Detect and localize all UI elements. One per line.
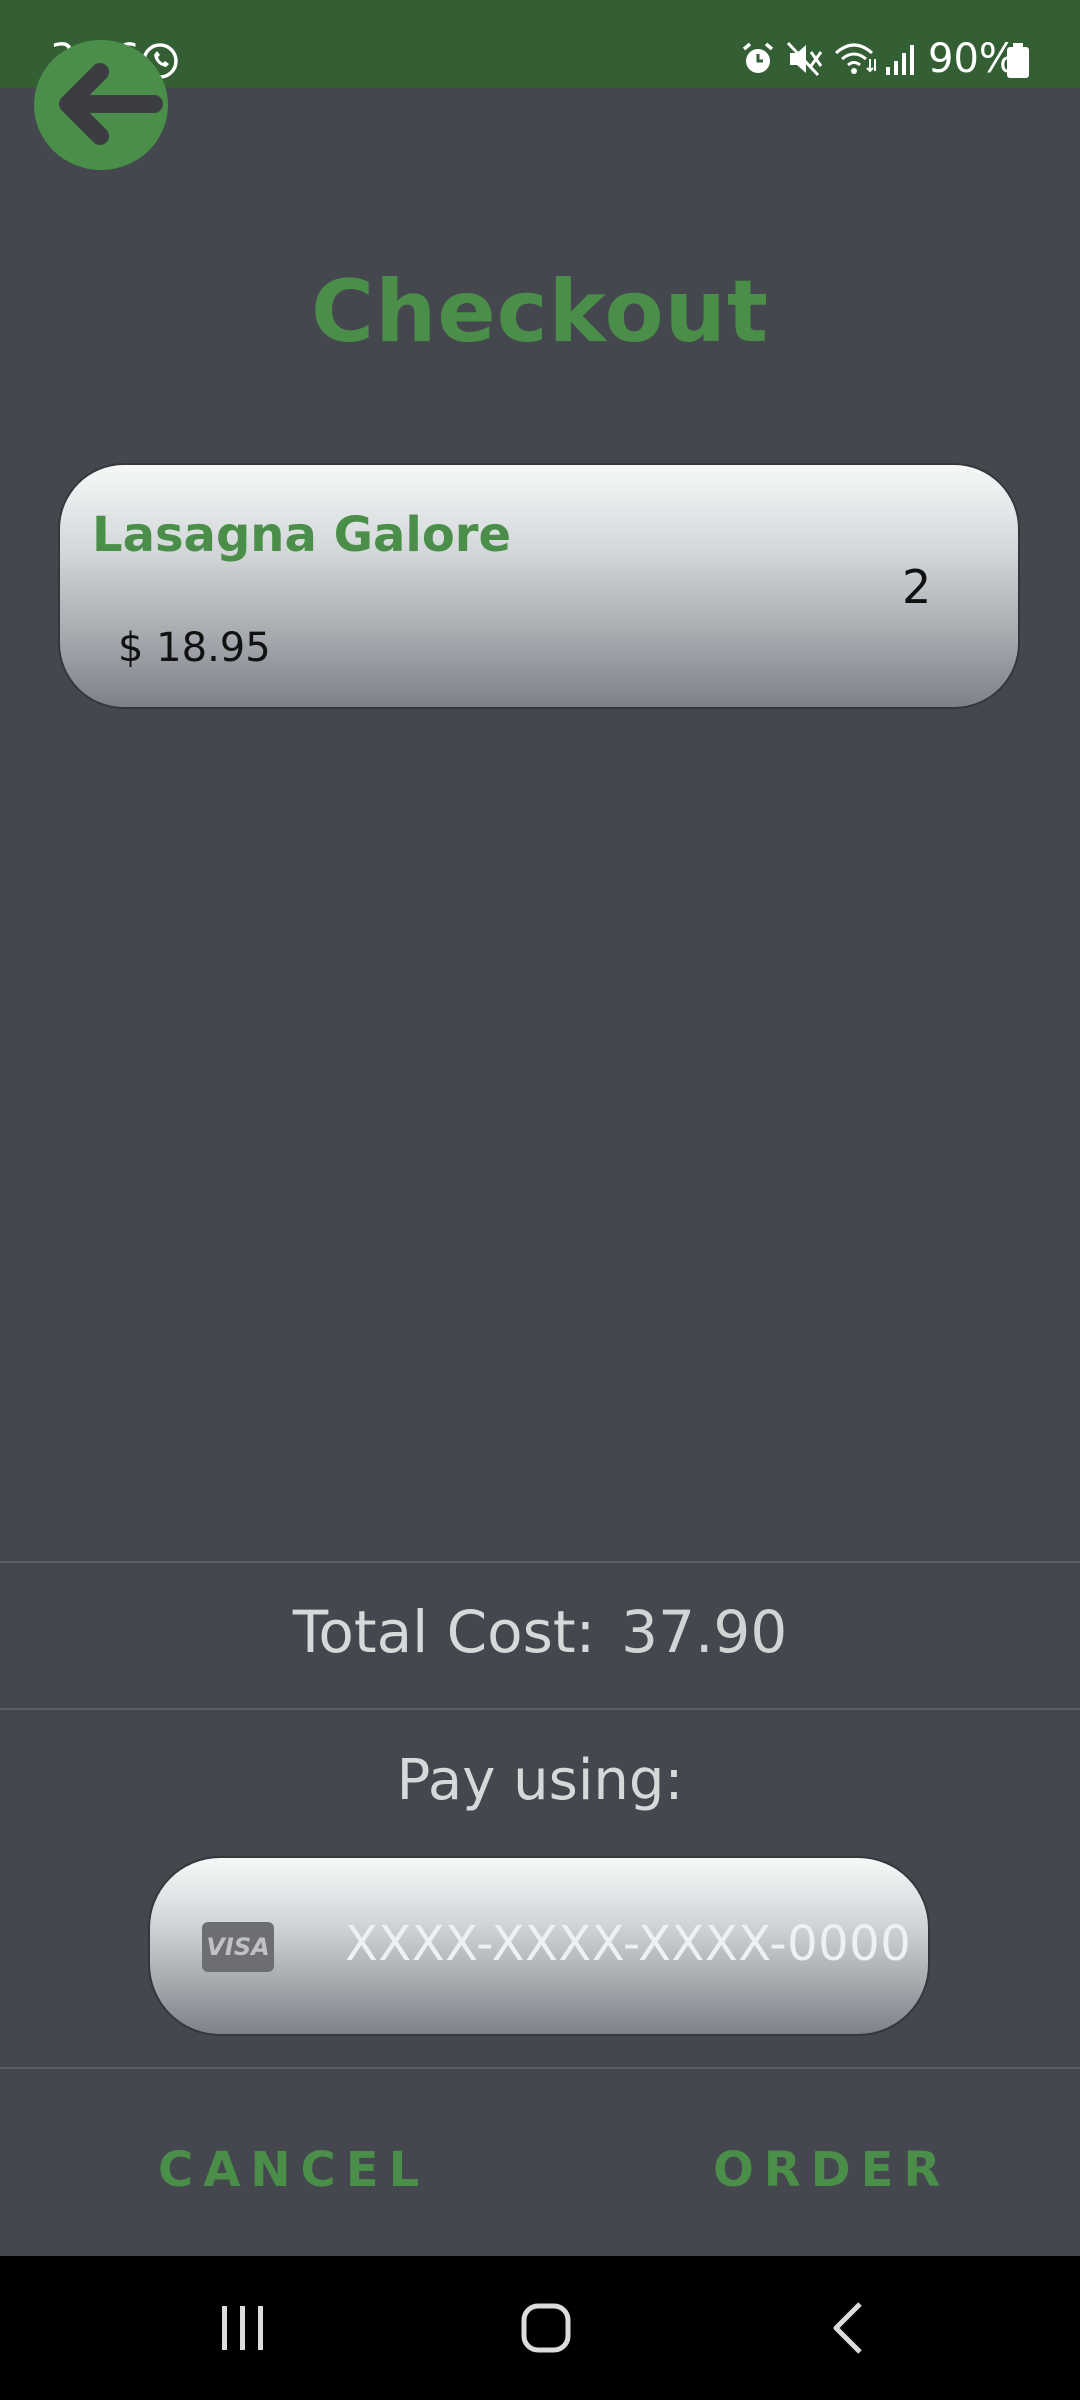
back-icon[interactable] <box>804 2296 894 2360</box>
divider <box>0 1708 1080 1710</box>
alarm-icon <box>740 41 776 81</box>
visa-card-icon: VISA <box>202 1922 274 1972</box>
mute-icon <box>786 41 824 81</box>
cart-item-card[interactable]: Lasagna Galore 2 $ 18.95 <box>60 465 1018 707</box>
item-quantity: 2 <box>902 560 932 614</box>
card-number-placeholder: XXXX-XXXX-XXXX-0000 <box>345 1916 912 1972</box>
home-icon[interactable] <box>500 2296 590 2360</box>
total-cost-value: 37.90 <box>621 1598 788 1666</box>
total-cost-row: Total Cost: 37.90 <box>0 1598 1080 1666</box>
wifi-icon <box>834 41 878 81</box>
pay-using-label: Pay using: <box>396 1748 684 1813</box>
item-price: $ 18.95 <box>118 625 271 671</box>
item-name: Lasagna Galore <box>92 507 512 563</box>
divider <box>0 2067 1080 2069</box>
cancel-button[interactable]: CANCEL <box>158 2142 429 2198</box>
battery-icon <box>1006 43 1030 83</box>
total-cost-label: Total Cost: <box>292 1598 596 1666</box>
recents-icon[interactable] <box>198 2296 288 2360</box>
divider <box>0 1561 1080 1563</box>
status-bar: 3:06 <box>0 0 1080 88</box>
checkout-screen: 3:06 <box>0 0 1080 2400</box>
back-button[interactable] <box>34 40 168 170</box>
battery-level: 90% <box>928 36 1017 82</box>
back-arrow-icon <box>34 63 168 170</box>
navigation-bar <box>0 2256 1080 2400</box>
order-button[interactable]: ORDER <box>713 2142 950 2198</box>
signal-icon <box>884 41 918 81</box>
card-number-field[interactable]: VISA XXXX-XXXX-XXXX-0000 <box>150 1858 928 2034</box>
page-title: Checkout <box>311 262 769 362</box>
